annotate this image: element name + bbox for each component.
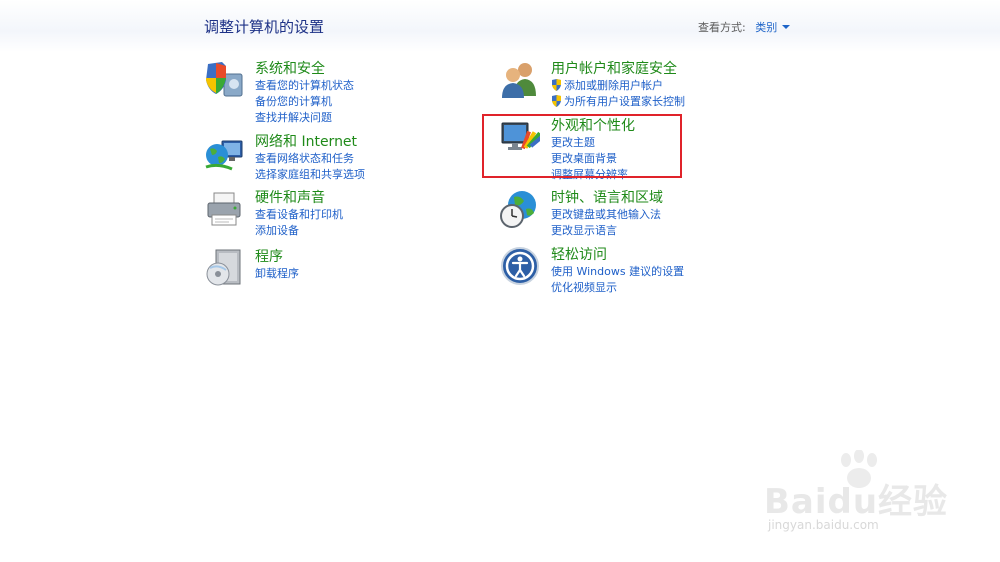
category-hardware-sound: 硬件和声音 查看设备和打印机 添加设备 (204, 189, 434, 245)
view-by-control: 查看方式: 类别 (698, 19, 791, 35)
header-band (0, 0, 1000, 52)
category-title[interactable]: 系统和安全 (255, 60, 354, 78)
link-devices-printers[interactable]: 查看设备和打印机 (255, 207, 343, 223)
link-troubleshoot[interactable]: 查找并解决问题 (255, 110, 354, 126)
category-title[interactable]: 程序 (255, 248, 299, 266)
category-title[interactable]: 网络和 Internet (255, 133, 365, 151)
link-optimize-visual-display[interactable]: 优化视频显示 (551, 280, 684, 296)
clock-globe-icon[interactable] (500, 189, 540, 229)
view-by-label: 查看方式: (698, 21, 746, 34)
link-add-device[interactable]: 添加设备 (255, 223, 343, 239)
link-label: 为所有用户设置家长控制 (564, 95, 685, 108)
watermark-url: jingyan.baidu.com (768, 518, 879, 532)
category-title[interactable]: 硬件和声音 (255, 189, 343, 207)
category-network-internet: 网络和 Internet 查看网络状态和任务 选择家庭组和共享选项 (204, 133, 434, 189)
highlight-box (482, 114, 682, 178)
shield-computer-icon[interactable] (204, 60, 244, 100)
page-title: 调整计算机的设置 (204, 18, 325, 36)
link-add-remove-accounts[interactable]: 添加或删除用户帐户 (551, 78, 685, 94)
view-by-value: 类别 (755, 21, 778, 34)
users-icon[interactable] (500, 60, 540, 100)
ease-of-access-icon[interactable] (500, 246, 540, 286)
link-uninstall-program[interactable]: 卸载程序 (255, 266, 299, 282)
programs-disc-icon[interactable] (204, 248, 244, 288)
watermark-brand: Baidu经验 (764, 482, 949, 522)
printer-icon[interactable] (204, 189, 244, 229)
link-windows-suggested-settings[interactable]: 使用 Windows 建议的设置 (551, 264, 684, 280)
baidu-watermark: Baidu经验 jingyan.baidu.com (764, 450, 954, 542)
globe-network-icon[interactable] (204, 133, 244, 173)
link-change-display-language[interactable]: 更改显示语言 (551, 223, 663, 239)
uac-shield-icon (552, 79, 561, 91)
link-view-computer-status[interactable]: 查看您的计算机状态 (255, 78, 354, 94)
view-by-dropdown[interactable]: 类别 (755, 21, 791, 34)
category-title[interactable]: 时钟、语言和区域 (551, 189, 663, 207)
category-title[interactable]: 轻松访问 (551, 246, 684, 264)
category-ease-of-access: 轻松访问 使用 Windows 建议的设置 优化视频显示 (500, 246, 730, 302)
link-parental-controls[interactable]: 为所有用户设置家长控制 (551, 94, 685, 110)
link-label: 添加或删除用户帐户 (564, 79, 663, 92)
link-homegroup-sharing[interactable]: 选择家庭组和共享选项 (255, 167, 365, 183)
link-change-keyboard-input[interactable]: 更改键盘或其他输入法 (551, 207, 663, 223)
category-programs: 程序 卸载程序 (204, 248, 434, 304)
category-system-security: 系统和安全 查看您的计算机状态 备份您的计算机 查找并解决问题 (204, 60, 434, 124)
uac-shield-icon (552, 95, 561, 107)
link-backup-computer[interactable]: 备份您的计算机 (255, 94, 354, 110)
chevron-down-icon (782, 25, 791, 29)
category-clock-language-region: 时钟、语言和区域 更改键盘或其他输入法 更改显示语言 (500, 189, 730, 245)
link-network-status[interactable]: 查看网络状态和任务 (255, 151, 365, 167)
category-user-accounts: 用户帐户和家庭安全 添加或删除用户帐户 为所有用户设置家长控制 (500, 60, 730, 116)
category-title[interactable]: 用户帐户和家庭安全 (551, 60, 685, 78)
